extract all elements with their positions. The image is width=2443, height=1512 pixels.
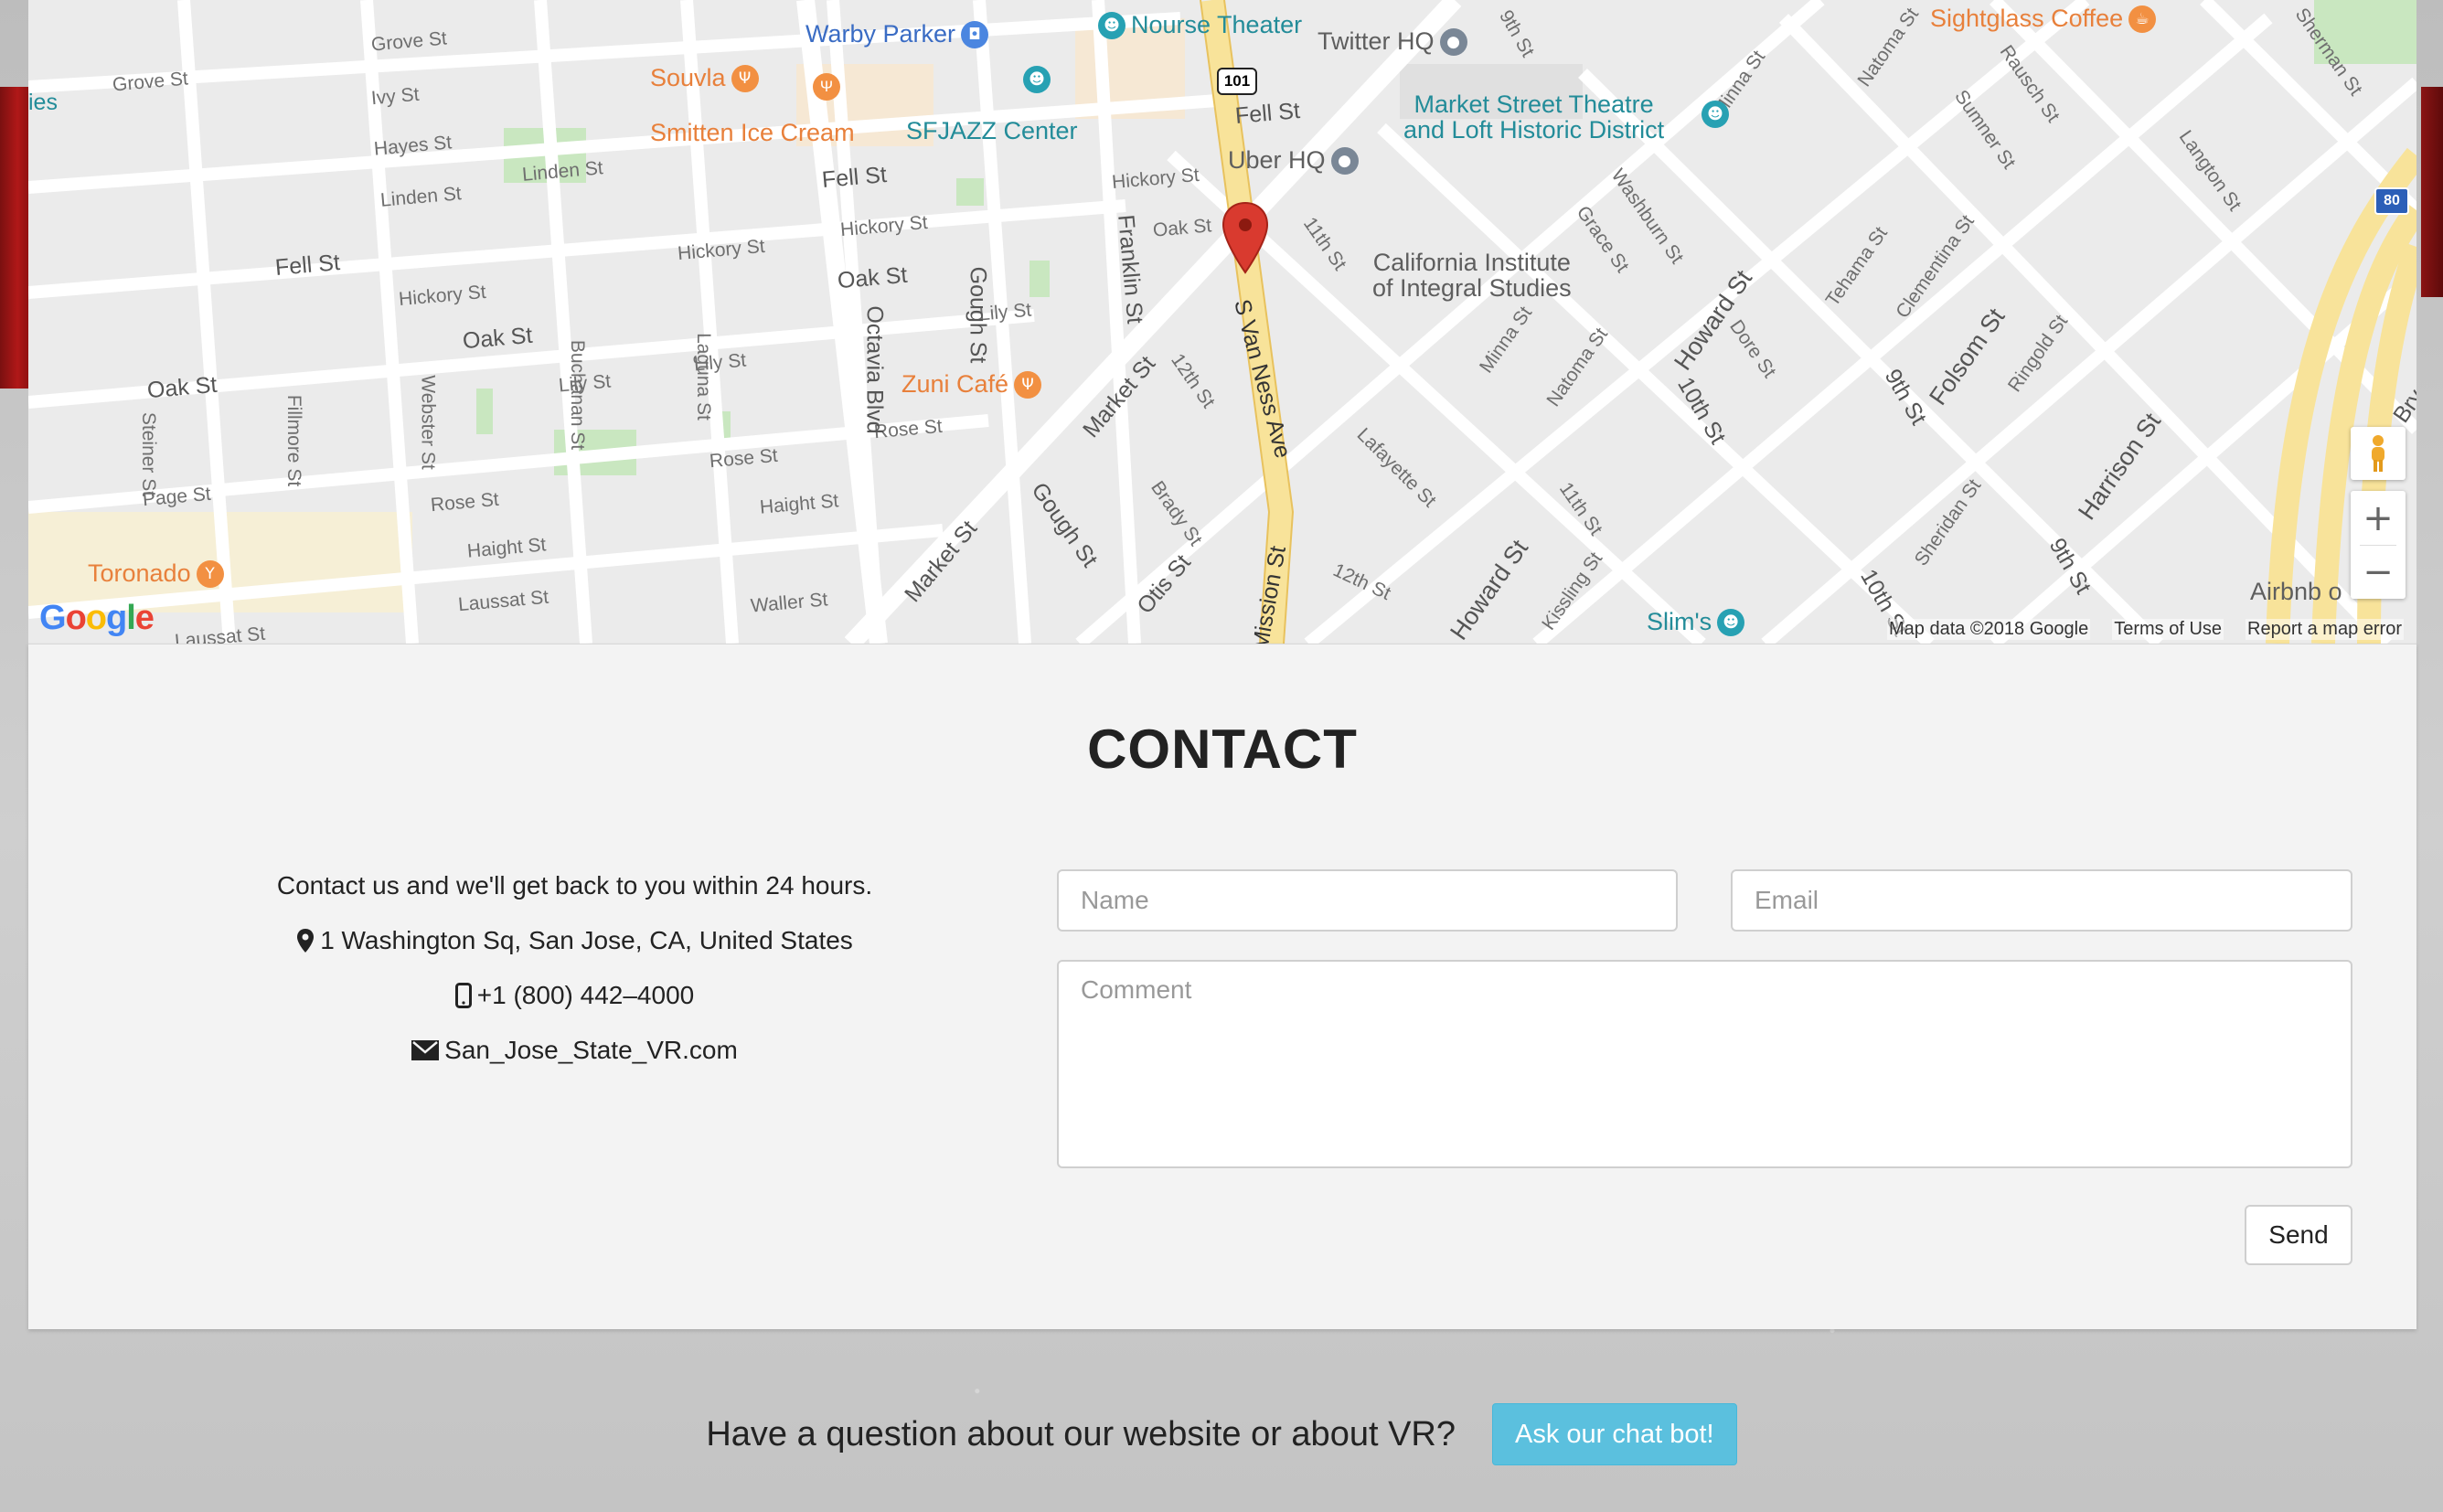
street-label: Buchanan St bbox=[567, 339, 589, 451]
question-text: Have a question about our website or abo… bbox=[706, 1414, 1456, 1453]
map-data-text: Map data ©2018 Google bbox=[1886, 619, 2091, 640]
poi-zuni-cafe[interactable]: Zuni Café Ψ bbox=[901, 370, 1042, 399]
poi-souvla[interactable]: Souvla Ψ bbox=[650, 64, 759, 92]
street-label: Webster St bbox=[417, 375, 439, 470]
zoom-in-button[interactable]: + bbox=[2351, 492, 2406, 545]
poi-twitter-hq[interactable]: Twitter HQ ● bbox=[1318, 27, 1467, 56]
poi-warby-parker[interactable]: Warby Parker ◘ bbox=[805, 20, 989, 48]
restaurant-icon: Ψ bbox=[813, 73, 840, 101]
location-marker-icon[interactable] bbox=[1222, 201, 1269, 274]
highway-shield-icon: 80 bbox=[2374, 187, 2409, 215]
poi-label: Twitter HQ bbox=[1318, 27, 1435, 55]
contact-section: CONTACT Contact us and we'll get back to… bbox=[28, 644, 2416, 1329]
poi-market-street-theatre[interactable]: Market Street Theatre and Loft Historic … bbox=[1403, 91, 1664, 143]
poi-sightglass-coffee[interactable]: Sightglass Coffee ☕ bbox=[1930, 5, 2157, 33]
contact-address: 1 Washington Sq, San Jose, CA, United St… bbox=[175, 926, 975, 955]
address-text: 1 Washington Sq, San Jose, CA, United St… bbox=[320, 926, 853, 954]
poi-label: Nourse Theater bbox=[1131, 11, 1303, 38]
comment-field[interactable]: Comment bbox=[1057, 960, 2352, 1168]
poi-slims[interactable]: Slim's ☻ bbox=[1647, 608, 1745, 636]
phone-text: +1 (800) 442–4000 bbox=[476, 981, 695, 1009]
street-label: Steiner St bbox=[138, 411, 160, 497]
theater-icon: ☻ bbox=[1702, 101, 1729, 128]
poi-label: Uber HQ bbox=[1228, 146, 1326, 174]
poi-sfjazz-center[interactable]: SFJAZZ Center bbox=[906, 117, 1078, 145]
poi-smitten-ice-cream[interactable]: Smitten Ice Cream bbox=[650, 119, 855, 147]
background-red-streak-left bbox=[0, 87, 29, 389]
location-icon: ● bbox=[1439, 27, 1467, 56]
poi-nourse-theater[interactable]: ☻ Nourse Theater bbox=[1098, 11, 1302, 39]
send-button[interactable]: Send bbox=[2245, 1205, 2352, 1265]
poi-label: and Loft Historic District bbox=[1403, 116, 1665, 144]
chat-bot-prompt: Have a question about our website or abo… bbox=[0, 1403, 2443, 1465]
email-text: San_Jose_State_VR.com bbox=[444, 1036, 738, 1064]
contact-email: San_Jose_State_VR.com bbox=[175, 1036, 975, 1065]
street-label: Fillmore St bbox=[283, 394, 305, 487]
google-map[interactable]: Grove St Grove St Ivy St Hayes St Linden… bbox=[28, 0, 2416, 644]
theater-icon: ☻ bbox=[1023, 66, 1051, 93]
street-view-pegman-button[interactable] bbox=[2351, 427, 2406, 480]
street-label: ies bbox=[28, 90, 58, 115]
map-attribution: Map data ©2018 Google Terms of Use Repor… bbox=[1886, 619, 2404, 640]
poi-label: Slim's bbox=[1647, 608, 1712, 635]
bar-icon: Y bbox=[196, 559, 224, 588]
poi-label: Warby Parker bbox=[805, 20, 956, 48]
shopping-bag-icon: ◘ bbox=[961, 20, 989, 48]
contact-intro-text: Contact us and we'll get back to you wit… bbox=[276, 871, 873, 900]
map-marker-icon bbox=[297, 929, 315, 953]
contact-phone: +1 (800) 442–4000 bbox=[175, 981, 975, 1010]
terms-of-use-link[interactable]: Terms of Use bbox=[2112, 619, 2224, 640]
contact-intro: Contact us and we'll get back to you wit… bbox=[175, 871, 975, 900]
contact-info: Contact us and we'll get back to you wit… bbox=[175, 871, 975, 1091]
restaurant-icon: Ψ bbox=[731, 64, 759, 92]
zoom-out-button[interactable]: − bbox=[2351, 546, 2406, 599]
highway-shield-icon: 101 bbox=[1217, 68, 1257, 95]
chat-bot-button[interactable]: Ask our chat bot! bbox=[1492, 1403, 1737, 1465]
poi-label: Souvla bbox=[650, 64, 726, 91]
location-icon: ● bbox=[1330, 146, 1359, 175]
street-label: Laguna St bbox=[692, 333, 714, 421]
poi-label: Market Street Theatre bbox=[1414, 91, 1654, 118]
zoom-control: + − bbox=[2351, 491, 2406, 599]
poi-label: California Institute bbox=[1372, 249, 1571, 276]
theater-icon: ☻ bbox=[1098, 11, 1125, 39]
restaurant-icon: Ψ bbox=[1014, 370, 1042, 399]
phone-icon bbox=[454, 983, 472, 1008]
street-label: Fell St bbox=[820, 161, 888, 194]
google-logo[interactable]: Google bbox=[39, 599, 155, 638]
poi-uber-hq[interactable]: Uber HQ ● bbox=[1228, 146, 1359, 175]
poi-label: Zuni Café bbox=[901, 370, 1009, 398]
street-label: Ivy St bbox=[370, 83, 421, 110]
background-red-streak-right bbox=[2421, 87, 2443, 297]
contact-heading: CONTACT bbox=[1087, 719, 1358, 780]
theater-icon: ☻ bbox=[1717, 608, 1745, 636]
street-label: Fell St bbox=[273, 249, 341, 282]
poi-california-institute[interactable]: California Institute of Integral Studies bbox=[1372, 250, 1572, 301]
street-label: Fell St bbox=[1233, 97, 1301, 130]
poi-label: Sightglass Coffee bbox=[1930, 5, 2124, 32]
envelope-icon bbox=[411, 1040, 440, 1060]
email-field[interactable]: Email bbox=[1731, 869, 2352, 932]
pegman-icon bbox=[2372, 435, 2384, 472]
coffee-icon: ☕ bbox=[2128, 5, 2157, 33]
poi-label: Smitten Ice Cream bbox=[650, 119, 855, 146]
poi-label: SFJAZZ Center bbox=[906, 117, 1078, 144]
poi-label: Toronado bbox=[88, 559, 191, 587]
poi-toronado[interactable]: Toronado Y bbox=[88, 559, 224, 588]
street-label: Octavia Blvd bbox=[861, 305, 888, 434]
name-field[interactable]: Name bbox=[1057, 869, 1678, 932]
report-map-error-link[interactable]: Report a map error bbox=[2246, 619, 2404, 640]
poi-airbnb[interactable]: Airbnb o bbox=[2250, 578, 2342, 606]
street-label: Gough St bbox=[965, 266, 991, 364]
poi-label: of Integral Studies bbox=[1372, 274, 1572, 302]
poi-label: Airbnb o bbox=[2250, 578, 2342, 605]
